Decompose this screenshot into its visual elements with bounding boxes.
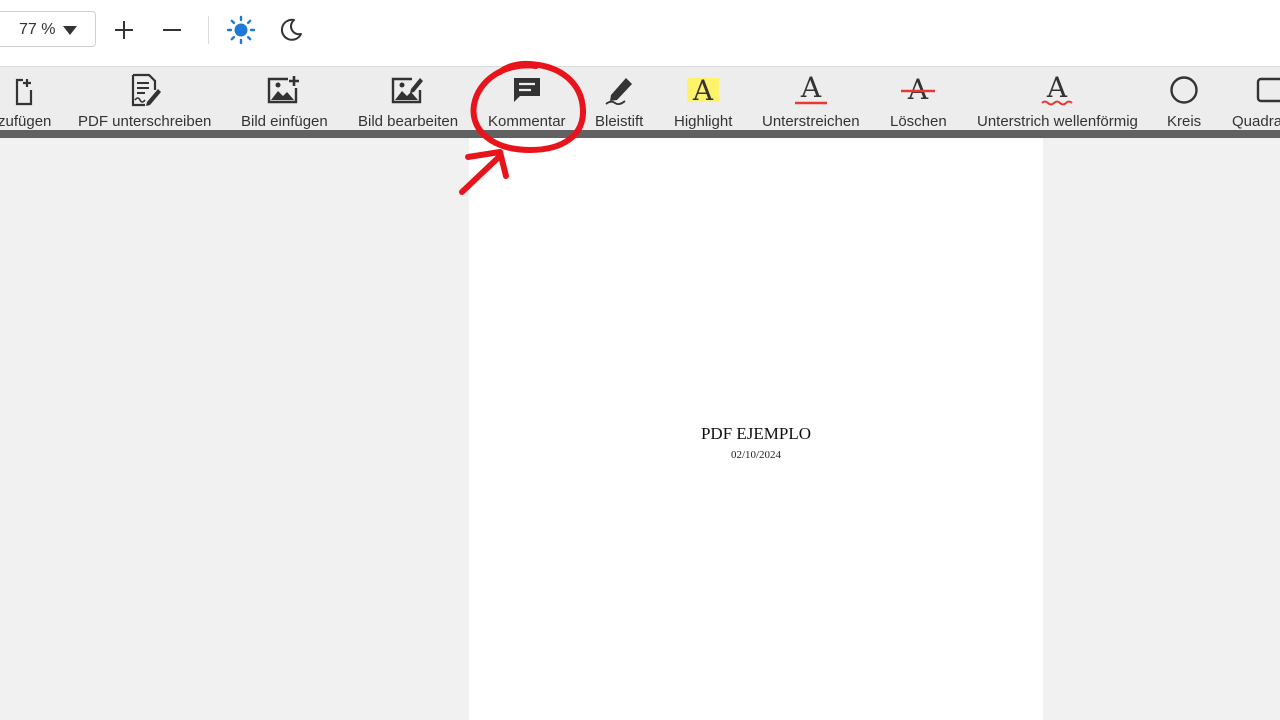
top-bar: 77 % (0, 0, 1280, 67)
square-icon (1232, 71, 1280, 109)
tool-pencil[interactable]: Bleistift (595, 67, 643, 130)
strikeout-icon: A (898, 71, 938, 109)
toolbar-divider-bar (0, 130, 1280, 138)
comment-icon (511, 71, 543, 109)
tool-insert-image-label: Bild einfügen (241, 113, 328, 130)
tool-add-label: zufügen (0, 113, 52, 130)
tool-square[interactable]: Quadra (1232, 67, 1280, 130)
tool-edit-image[interactable]: Bild bearbeiten (358, 67, 458, 130)
tool-insert-image[interactable]: Bild einfügen (241, 67, 328, 130)
svg-text:A: A (800, 73, 822, 104)
annotation-toolbar: zufügen PDF unterschreiben Bild einfügen (0, 67, 1280, 130)
zoom-value: 77 % (19, 21, 56, 38)
image-edit-icon (390, 71, 426, 109)
tool-squiggly-underline[interactable]: A Unterstrich wellenförmig (977, 67, 1138, 130)
tool-comment-label: Kommentar (488, 113, 566, 130)
tool-strikeout-label: Löschen (890, 113, 947, 130)
tool-underline[interactable]: A Unterstreichen (762, 67, 860, 130)
tool-underline-label: Unterstreichen (762, 113, 860, 130)
document-viewer[interactable]: PDF EJEMPLO 02/10/2024 (0, 138, 1280, 720)
tool-edit-image-label: Bild bearbeiten (358, 113, 459, 130)
toolbar-divider (208, 16, 209, 44)
tool-squiggly-underline-label: Unterstrich wellenförmig (977, 113, 1138, 130)
sign-document-icon (127, 71, 163, 109)
tool-highlight[interactable]: A Highlight (674, 67, 732, 130)
document-title: PDF EJEMPLO (700, 424, 812, 443)
tool-strikeout[interactable]: A Löschen (890, 67, 947, 130)
tool-highlight-label: Highlight (674, 113, 733, 130)
tool-circle-label: Kreis (1167, 113, 1202, 130)
document-date: 02/10/2024 (730, 449, 782, 461)
moon-icon[interactable] (275, 14, 307, 46)
chevron-down-icon (63, 26, 77, 35)
tool-circle[interactable]: Kreis (1167, 67, 1201, 130)
highlight-icon: A (685, 71, 721, 109)
plus-icon[interactable] (108, 14, 140, 46)
squiggly-underline-icon: A (1037, 71, 1077, 109)
add-page-icon (15, 71, 35, 109)
tool-comment[interactable]: Kommentar (488, 67, 566, 130)
underline-icon: A (791, 71, 831, 109)
minus-icon[interactable] (156, 14, 188, 46)
tool-pencil-label: Bleistift (595, 113, 644, 130)
image-add-icon (266, 71, 302, 109)
pencil-icon (602, 71, 636, 109)
svg-text:A: A (692, 74, 714, 106)
tool-add[interactable]: zufügen (0, 67, 51, 130)
sun-icon[interactable] (225, 14, 257, 46)
svg-text:A: A (1046, 73, 1068, 104)
tool-sign-pdf-label: PDF unterschreiben (78, 113, 212, 130)
pdf-page[interactable]: PDF EJEMPLO 02/10/2024 (469, 138, 1043, 720)
zoom-select[interactable]: 77 % (0, 11, 96, 47)
svg-text:A: A (907, 73, 929, 106)
tool-sign-pdf[interactable]: PDF unterschreiben (78, 67, 211, 130)
circle-icon (1168, 71, 1200, 109)
tool-square-label: Quadra (1232, 113, 1280, 130)
